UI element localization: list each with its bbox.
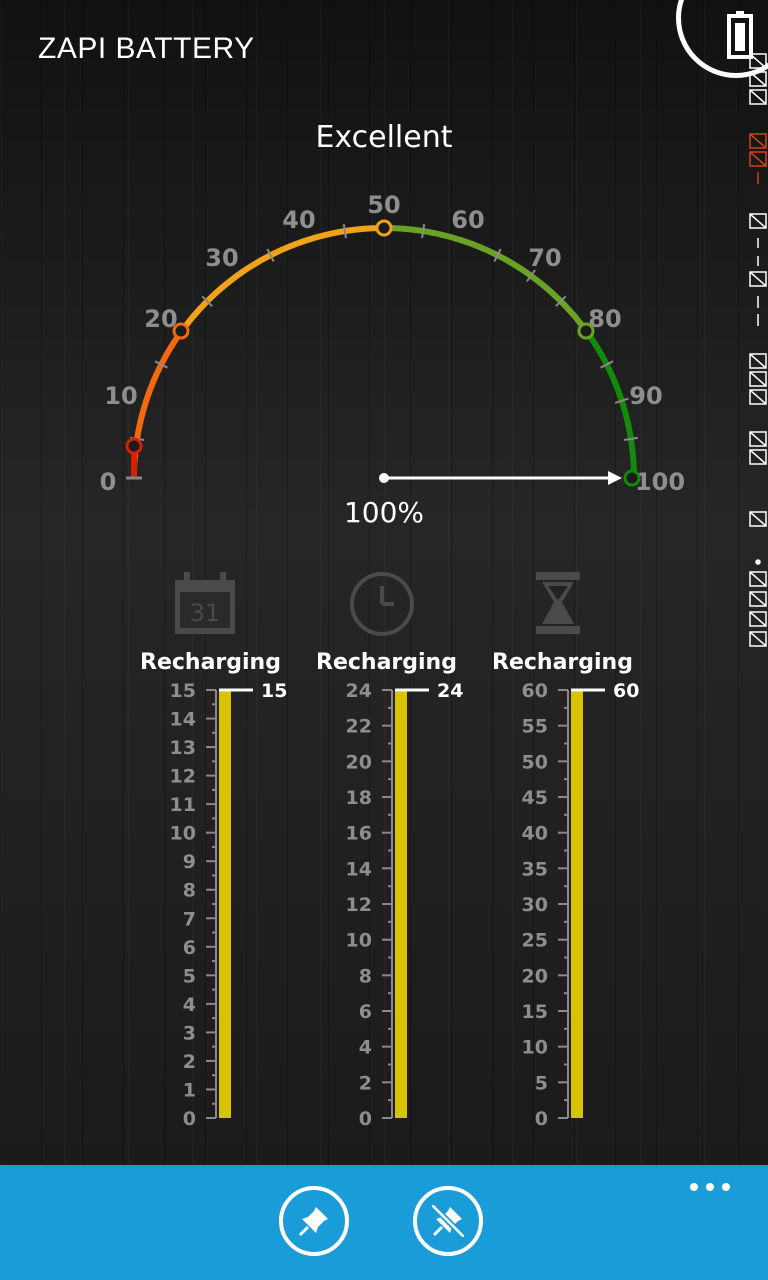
- value-bar: [571, 690, 583, 1118]
- scale-tick-label: 4: [359, 1037, 372, 1059]
- scale-tick-label: 7: [183, 908, 196, 930]
- scale-tick-label: 10: [346, 930, 372, 952]
- scale-tick-label: 14: [346, 858, 372, 880]
- value-label: 15: [261, 680, 287, 702]
- linear-scale: 60555045403530252015105060: [522, 680, 640, 1130]
- value-label: 60: [613, 680, 639, 702]
- battery-percent-value: 100%: [343, 496, 425, 529]
- scale-tick-label: 0: [535, 1108, 548, 1130]
- scale-tick-label: 45: [522, 787, 548, 809]
- recharge-days-widget: 31 Recharging 15 14 13 12 11 10 9 8 7 6 5 4 3 2 1 0 15: [140, 570, 300, 1160]
- gauge-label: 30: [205, 244, 238, 272]
- gauge-tick: [421, 224, 426, 239]
- gauge-label: 70: [528, 244, 561, 272]
- gauge-label: 40: [282, 206, 315, 234]
- widget-label: Recharging: [316, 650, 457, 675]
- scale-tick-label: 4: [183, 994, 196, 1016]
- scale-tick-label: 30: [522, 894, 548, 916]
- scale-tick-label: 50: [522, 751, 548, 773]
- gauge-marker: [577, 322, 595, 340]
- ellipsis-icon: [690, 1183, 698, 1191]
- gauge-label: 50: [367, 191, 400, 219]
- value-bar: [395, 690, 407, 1118]
- scale-tick-label: 2: [183, 1051, 196, 1073]
- scale-tick-label: 0: [359, 1108, 372, 1130]
- scale-tick-label: 5: [535, 1072, 548, 1094]
- scale-tick-label: 18: [346, 787, 372, 809]
- scale-tick-label: 8: [183, 880, 196, 902]
- scale-tick-label: 60: [522, 680, 548, 702]
- scale-tick-label: 35: [522, 858, 548, 880]
- widget-label: Recharging: [140, 650, 281, 675]
- gauge-label: 20: [144, 305, 177, 333]
- scale-tick-label: 15: [170, 680, 196, 702]
- linear-scale: 24222018161412108642024: [346, 680, 464, 1130]
- scale-tick-label: 15: [522, 1001, 548, 1023]
- widget-label: Recharging: [492, 650, 633, 675]
- scale-tick-label: 55: [522, 716, 548, 738]
- gauge-marker: [172, 322, 190, 340]
- hourglass-icon: [536, 572, 580, 634]
- calendar-icon: 31: [175, 572, 235, 634]
- gauge-tick: [342, 224, 347, 239]
- battery-gauge: 0102030405060708090100: [100, 191, 685, 496]
- gauge-marker: [375, 219, 393, 237]
- scale-tick-label: 6: [359, 1001, 372, 1023]
- ellipsis-icon: [722, 1183, 730, 1191]
- scale-tick-label: 16: [346, 823, 372, 845]
- unpin-icon: [432, 1205, 464, 1237]
- scale-tick-label: 40: [522, 823, 548, 845]
- scale-tick-label: 9: [183, 851, 196, 873]
- scale-tick-label: 0: [183, 1108, 196, 1130]
- scale-tick-label: 20: [522, 965, 548, 987]
- scale-tick-label: 2: [359, 1072, 372, 1094]
- clock-icon: [350, 572, 414, 636]
- more-options-button[interactable]: [680, 1173, 740, 1199]
- app-title: ZAPI BATTERY: [38, 32, 255, 65]
- linear-scale: 151413121110987654321015: [170, 680, 288, 1130]
- pin-button[interactable]: [279, 1186, 349, 1256]
- ellipsis-icon: [706, 1183, 714, 1191]
- scale-tick-label: 3: [183, 1022, 196, 1044]
- scale-tick-label: 25: [522, 930, 548, 952]
- gauge-label: 0: [100, 468, 117, 496]
- battery-quality-label: Excellent: [315, 120, 453, 155]
- scale-tick-label: 10: [170, 823, 196, 845]
- value-bar: [219, 690, 231, 1118]
- scale-tick-label: 12: [170, 766, 196, 788]
- recharge-hours-widget: Recharging 24 22 20 18 16 14 12 10 8 6 4 2 0 24: [316, 570, 476, 1160]
- scale-tick-label: 24: [346, 680, 372, 702]
- scale-tick-label: 11: [170, 794, 196, 816]
- value-label: 24: [437, 680, 463, 702]
- unpin-button[interactable]: [413, 1186, 483, 1256]
- scale-tick-label: 13: [170, 737, 196, 759]
- scale-tick-label: 14: [170, 709, 196, 731]
- scale-tick-label: 5: [183, 965, 196, 987]
- recharge-minutes-widget: Recharging 60 55 50 45 40 35 30 25 20 15 10 5 0 60: [492, 570, 652, 1160]
- application-bar: [0, 1165, 768, 1280]
- scale-tick-label: 12: [346, 894, 372, 916]
- scale-tick-label: 22: [346, 716, 372, 738]
- scale-tick-label: 6: [183, 937, 196, 959]
- scale-tick-label: 10: [522, 1037, 548, 1059]
- gauge-arc-green: [583, 329, 637, 478]
- gauge-label: 10: [104, 382, 137, 410]
- gauge-label: 60: [451, 206, 484, 234]
- gauge-marker: [623, 469, 641, 487]
- scale-tick-label: 1: [183, 1079, 196, 1101]
- needle-arrowhead: [608, 471, 622, 485]
- gauge-tick: [623, 436, 638, 441]
- scale-tick-label: 20: [346, 751, 372, 773]
- gauge-label: 100: [635, 468, 685, 496]
- svg-text:31: 31: [190, 599, 221, 627]
- pin-icon: [298, 1207, 328, 1237]
- scale-tick-label: 8: [359, 965, 372, 987]
- gauge-label: 90: [629, 382, 662, 410]
- gauge-marker: [125, 437, 143, 455]
